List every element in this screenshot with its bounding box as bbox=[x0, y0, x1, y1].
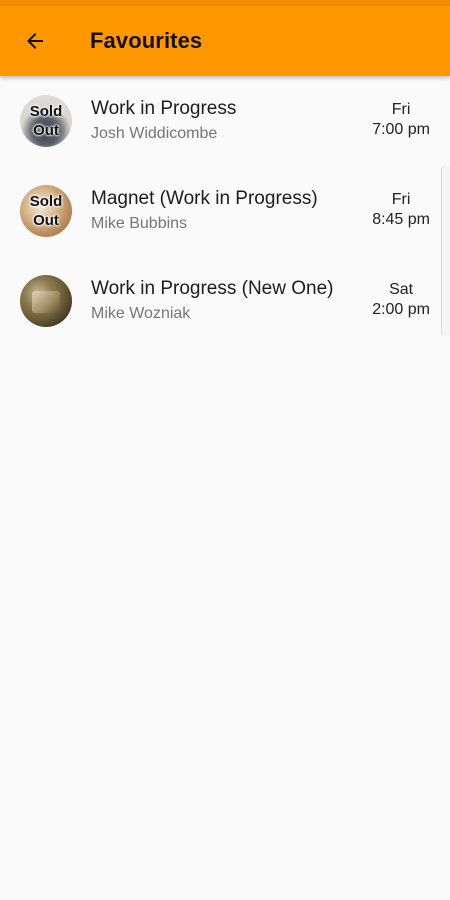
back-button[interactable] bbox=[0, 6, 70, 76]
performer-name: Mike Bubbins bbox=[91, 215, 188, 232]
arrow-left-icon bbox=[23, 29, 47, 53]
page-title: Favourites bbox=[90, 28, 203, 53]
thumbnail-photo bbox=[32, 291, 60, 313]
event-thumbnail bbox=[20, 275, 72, 327]
performer-name: Mike Wozniak bbox=[91, 305, 191, 322]
event-time: Fri 7:00 pm bbox=[372, 100, 430, 140]
event-time: Sat 2:00 pm bbox=[372, 280, 430, 320]
sold-out-label: Sold Out bbox=[29, 193, 63, 229]
favourite-item[interactable]: Sold Out Magnet (Work in Progress) Mike … bbox=[0, 166, 450, 256]
event-thumbnail: Sold Out bbox=[20, 185, 72, 237]
event-day: Fri bbox=[391, 191, 411, 208]
scroll-indicator[interactable] bbox=[441, 166, 450, 336]
performer-name: Josh Widdicombe bbox=[91, 125, 218, 142]
event-hour: 2:00 pm bbox=[372, 301, 430, 318]
favourites-list: Sold Out Work in Progress Josh Widdicomb… bbox=[0, 76, 450, 346]
sold-out-label: Sold Out bbox=[29, 103, 63, 139]
app-bar: Favourites bbox=[0, 6, 450, 76]
event-time: Fri 8:45 pm bbox=[372, 190, 430, 230]
event-title: Magnet (Work in Progress) bbox=[91, 188, 318, 209]
event-hour: 7:00 pm bbox=[372, 121, 430, 138]
favourite-item[interactable]: Sold Out Work in Progress Josh Widdicomb… bbox=[0, 76, 450, 166]
event-thumbnail: Sold Out bbox=[20, 95, 72, 147]
event-day: Fri bbox=[391, 101, 411, 118]
event-day: Sat bbox=[389, 281, 414, 298]
favourite-item[interactable]: Work in Progress (New One) Mike Wozniak … bbox=[0, 256, 450, 346]
event-title: Work in Progress (New One) bbox=[91, 278, 334, 299]
event-title: Work in Progress bbox=[91, 98, 237, 119]
event-hour: 8:45 pm bbox=[372, 211, 430, 228]
